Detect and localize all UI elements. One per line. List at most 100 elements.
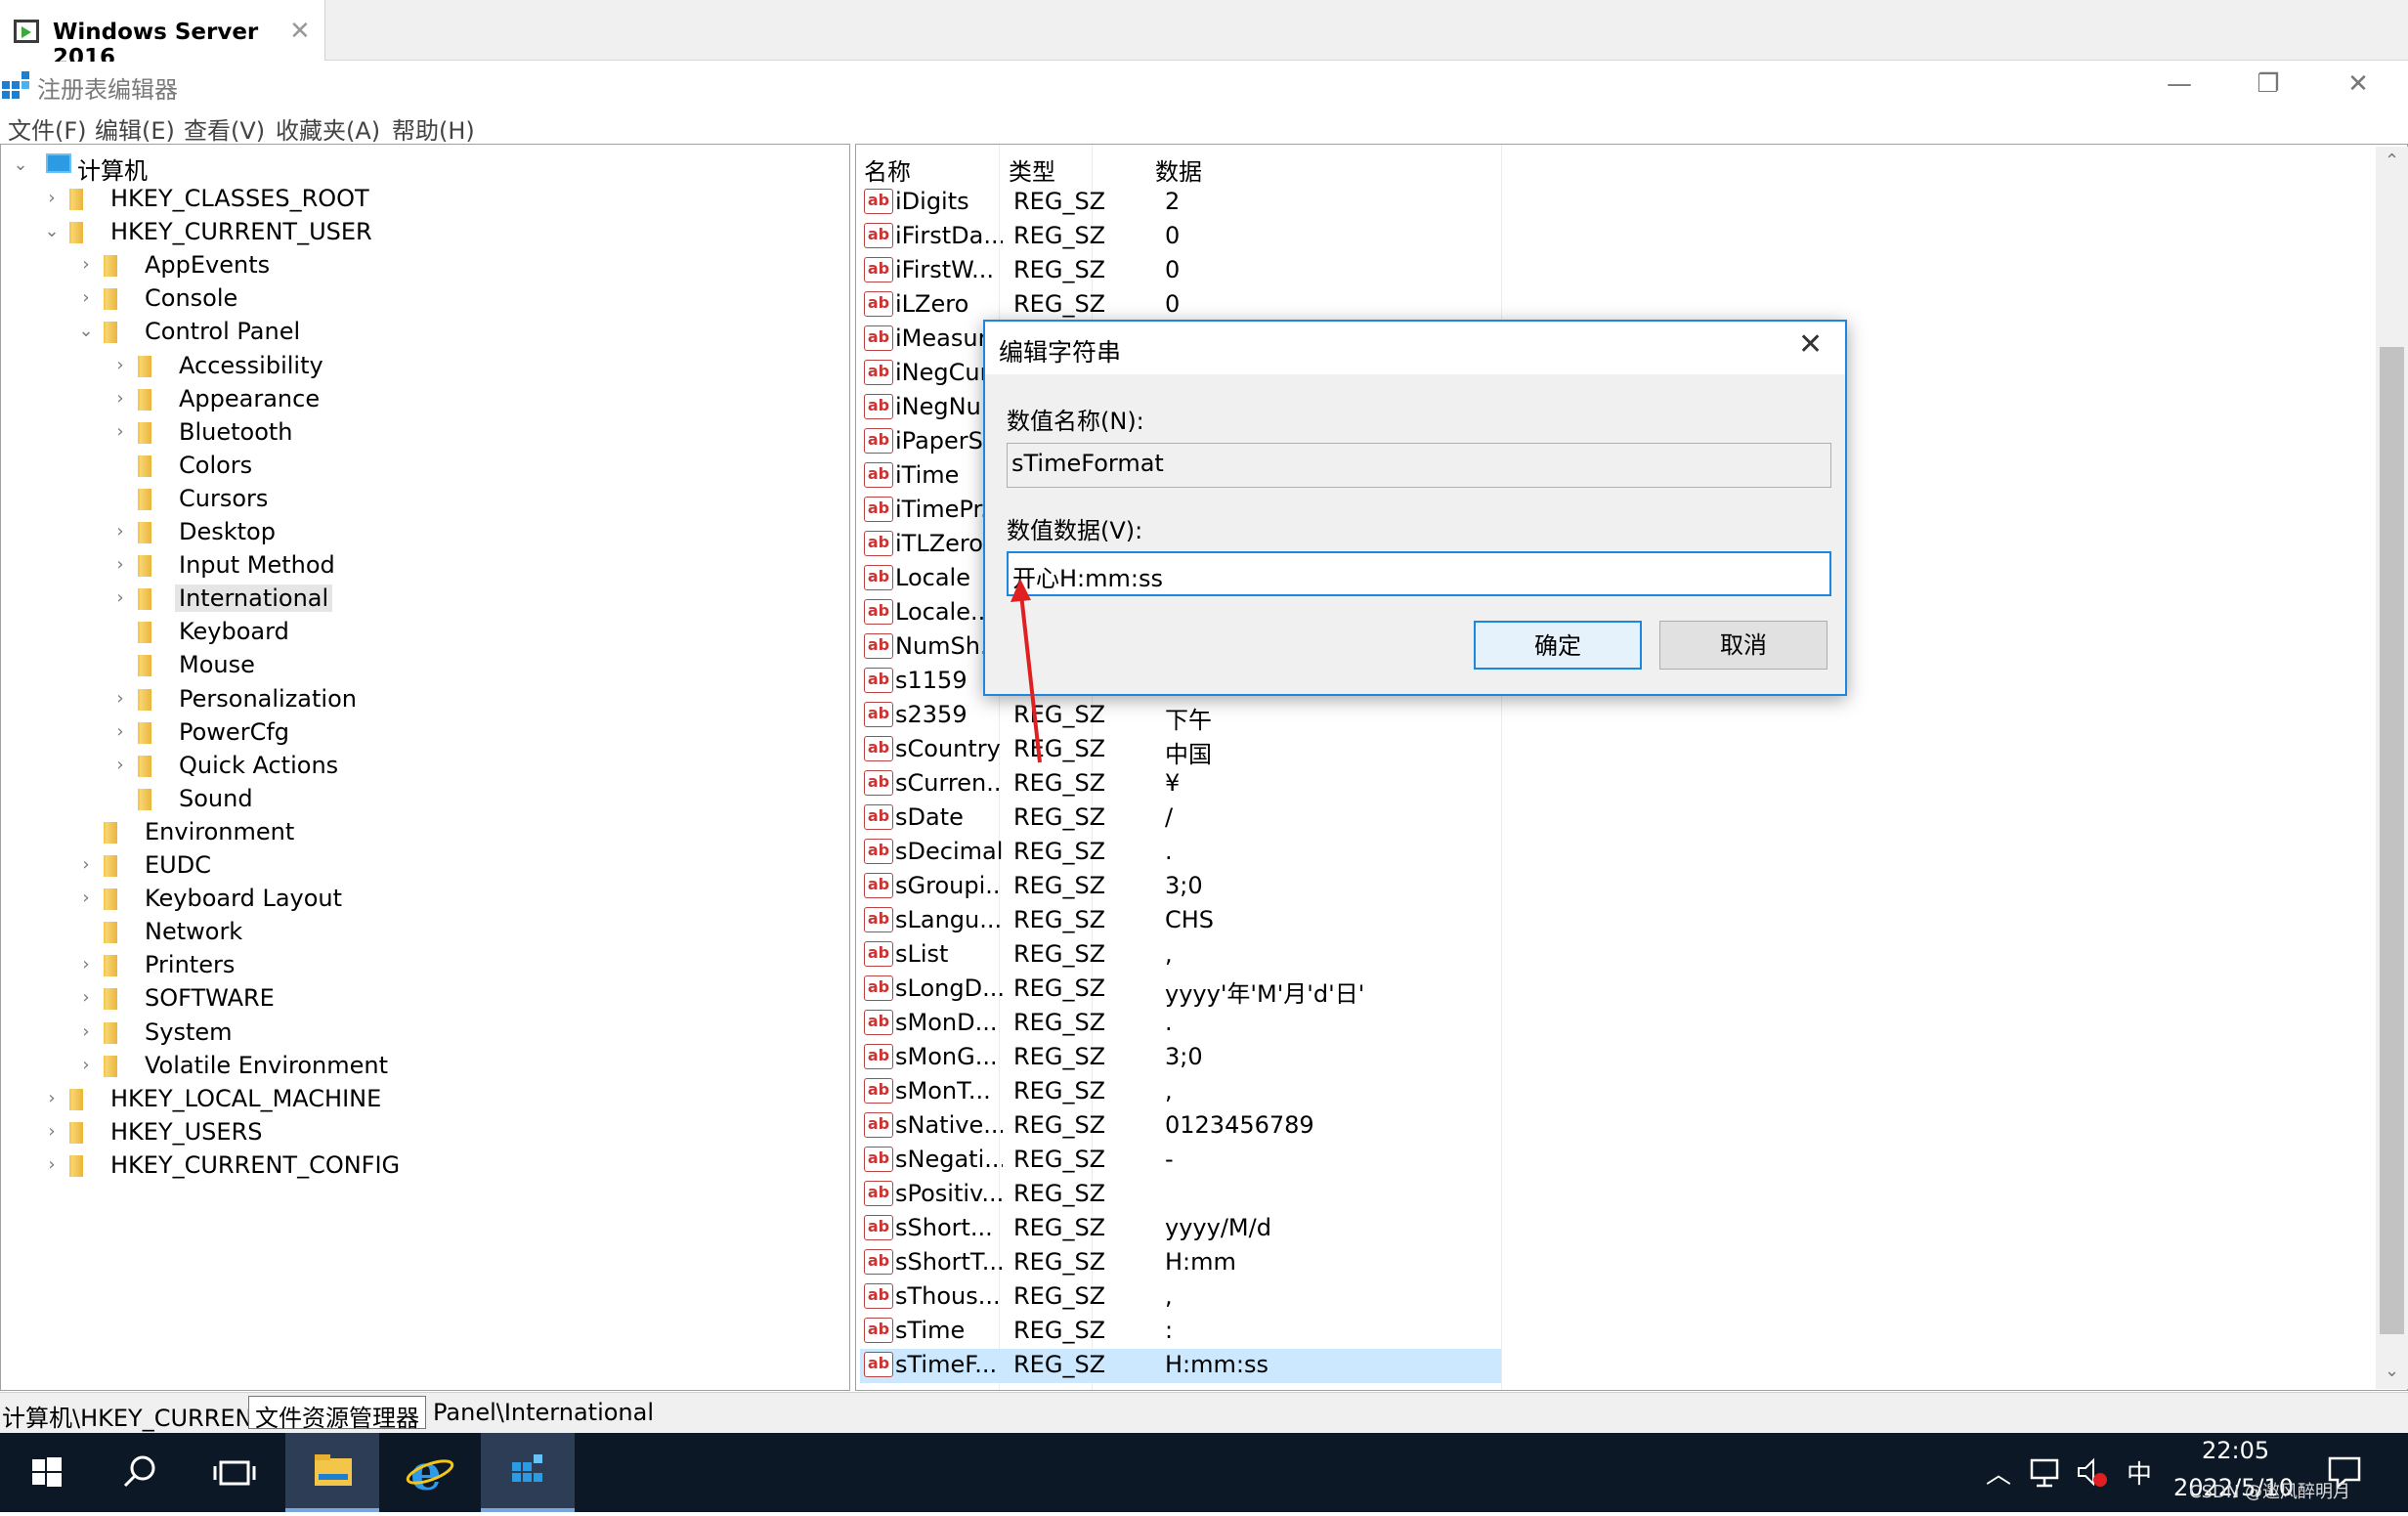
menu-view[interactable]: 查看(V): [184, 111, 265, 146]
edit-string-dialog: 编辑字符串 ✕ 数值名称(N): sTimeFormat 数值数据(V): 开心…: [983, 320, 1847, 696]
vm-tab-close-icon[interactable]: ✕: [289, 17, 311, 46]
scroll-thumb[interactable]: [2380, 347, 2404, 1334]
regedit-taskbar-item[interactable]: [481, 1433, 575, 1512]
chevron-down-icon[interactable]: ⌄: [13, 155, 28, 175]
tree-node-label: Volatile Environment: [145, 1051, 388, 1079]
windows-logo-icon: [32, 1457, 62, 1487]
folder-icon: [104, 955, 117, 977]
tree-node-label: System: [145, 1018, 233, 1046]
table-row[interactable]: ab sGroupi... REG_SZ 3;0: [860, 870, 2357, 904]
chevron-right-icon[interactable]: ›: [112, 355, 128, 375]
chevron-right-icon[interactable]: ›: [78, 955, 94, 975]
ie-taskbar-item[interactable]: e: [383, 1433, 477, 1512]
value-data-input[interactable]: 开心H:mm:ss: [1007, 551, 1831, 596]
table-row[interactable]: ab sDecimal REG_SZ.: [860, 836, 2357, 870]
chevron-right-icon[interactable]: ›: [112, 522, 128, 541]
table-row[interactable]: ab sShortT... REG_SZ H:mm: [860, 1246, 2357, 1280]
table-row[interactable]: ab sCountry REG_SZ 中国: [860, 733, 2357, 768]
table-row[interactable]: ab sNative... REG_SZ 0123456789: [860, 1109, 2357, 1144]
start-button[interactable]: [0, 1433, 94, 1512]
ime-indicator[interactable]: 中: [2127, 1454, 2152, 1491]
menu-favorites[interactable]: 收藏夹(A): [276, 111, 380, 146]
string-value-icon: ab: [864, 633, 893, 659]
chevron-right-icon[interactable]: ›: [112, 421, 128, 442]
chevron-right-icon[interactable]: ›: [112, 388, 128, 409]
chevron-right-icon[interactable]: ›: [78, 988, 94, 1008]
string-value-icon: ab: [864, 770, 893, 796]
chevron-right-icon[interactable]: ›: [78, 255, 94, 275]
table-row[interactable]: ab sThous... REG_SZ,: [860, 1280, 2357, 1315]
chevron-right-icon[interactable]: ›: [44, 1088, 60, 1108]
restore-button[interactable]: ❐: [2234, 65, 2302, 103]
status-path-right: Panel\International: [433, 1399, 655, 1426]
chevron-right-icon[interactable]: ›: [78, 855, 94, 875]
show-hidden-icons[interactable]: ︿: [1986, 1454, 2011, 1491]
chevron-right-icon[interactable]: ›: [78, 1021, 94, 1042]
chevron-right-icon[interactable]: ›: [112, 755, 128, 775]
folder-icon: [69, 189, 83, 210]
column-header-name[interactable]: 名称: [864, 152, 911, 187]
annotation-arrow: [1010, 579, 1042, 763]
cancel-button[interactable]: 取消: [1659, 621, 1828, 670]
chevron-down-icon[interactable]: ⌄: [44, 222, 60, 241]
table-row[interactable]: ab iDigits REG_SZ 2: [860, 186, 2357, 220]
tree-pane[interactable]: ⌄ 计算机 › HKEY_CLASSES_ROOT ⌄ HKEY_CURRENT_US…: [0, 144, 850, 1391]
vm-tab[interactable]: Windows Server 2016 ✕: [0, 0, 325, 70]
scroll-down-icon[interactable]: ⌄: [2376, 1361, 2408, 1381]
table-row[interactable]: ab sLongD... REG_SZ yyyy'年'M'月'd'日': [860, 973, 2357, 1008]
table-row[interactable]: ab sMonG... REG_SZ 3;0: [860, 1041, 2357, 1075]
column-header-type[interactable]: 类型: [1009, 152, 1055, 187]
table-row[interactable]: ab sShort... REG_SZ yyyy/M/d: [860, 1212, 2357, 1246]
task-view-button[interactable]: [188, 1433, 281, 1512]
file-explorer-taskbar-item[interactable]: [285, 1433, 379, 1512]
minimize-button[interactable]: —: [2145, 65, 2214, 103]
chevron-right-icon[interactable]: ›: [112, 721, 128, 742]
string-value-icon: ab: [864, 1215, 893, 1240]
chevron-right-icon[interactable]: ›: [44, 1154, 60, 1175]
folder-icon: [138, 555, 151, 578]
table-row[interactable]: ab sList REG_SZ,: [860, 938, 2357, 973]
string-value-icon: ab: [864, 1147, 893, 1172]
menu-edit[interactable]: 编辑(E): [95, 111, 175, 146]
chevron-right-icon[interactable]: ›: [112, 688, 128, 709]
column-header-data[interactable]: 数据: [1155, 152, 1202, 187]
table-row[interactable]: ab iFirstW... REG_SZ 0: [860, 254, 2357, 288]
menu-file[interactable]: 文件(F): [8, 111, 87, 146]
chevron-right-icon[interactable]: ›: [112, 588, 128, 608]
dialog-close-icon[interactable]: ✕: [1798, 327, 1823, 362]
row-data: ¥: [1165, 769, 1181, 797]
table-row[interactable]: ab sDate REG_SZ /: [860, 801, 2357, 836]
volume-muted-icon[interactable]: [2076, 1456, 2109, 1490]
menu-help[interactable]: 帮助(H): [392, 111, 475, 146]
table-row[interactable]: ab iLZero REG_SZ 0: [860, 288, 2357, 323]
search-button[interactable]: [94, 1433, 188, 1512]
table-row[interactable]: ab sTime REG_SZ:: [860, 1315, 2357, 1349]
row-type: REG_SZ: [1013, 256, 1106, 283]
table-row[interactable]: ab sPositiv... REG_SZ: [860, 1178, 2357, 1212]
scroll-up-icon[interactable]: ⌃: [2376, 151, 2408, 171]
chevron-right-icon[interactable]: ›: [78, 888, 94, 908]
chevron-right-icon[interactable]: ›: [44, 189, 60, 208]
value-name-field[interactable]: sTimeFormat: [1007, 443, 1831, 488]
ok-button[interactable]: 确定: [1474, 621, 1642, 670]
chevron-right-icon[interactable]: ›: [112, 555, 128, 575]
clock-time[interactable]: 22:05: [2202, 1437, 2269, 1464]
table-row[interactable]: ab iFirstDa... REG_SZ 0: [860, 220, 2357, 254]
string-value-icon: ab: [864, 599, 893, 625]
close-button[interactable]: ✕: [2324, 65, 2392, 103]
chevron-down-icon[interactable]: ⌄: [78, 322, 94, 341]
chevron-right-icon[interactable]: ›: [44, 1121, 60, 1142]
row-type: REG_SZ: [1013, 838, 1106, 865]
table-row[interactable]: ab sNegati... REG_SZ -: [860, 1144, 2357, 1178]
network-icon[interactable]: [2029, 1456, 2062, 1490]
chevron-right-icon[interactable]: ›: [78, 288, 94, 308]
string-value-icon: ab: [864, 257, 893, 282]
vertical-scrollbar[interactable]: ⌃ ⌄: [2376, 147, 2408, 1389]
table-row[interactable]: ab sCurren... REG_SZ ¥: [860, 767, 2357, 801]
table-row[interactable]: ab sLangu... REG_SZ CHS: [860, 904, 2357, 938]
table-row[interactable]: ab sMonD... REG_SZ.: [860, 1007, 2357, 1041]
table-row[interactable]: ab s2359 REG_SZ 下午: [860, 699, 2357, 734]
table-row[interactable]: ab sTimeF... REG_SZ H:mm:ss: [860, 1349, 1501, 1383]
table-row[interactable]: ab sMonT... REG_SZ,: [860, 1075, 2357, 1109]
chevron-right-icon[interactable]: ›: [78, 1055, 94, 1075]
